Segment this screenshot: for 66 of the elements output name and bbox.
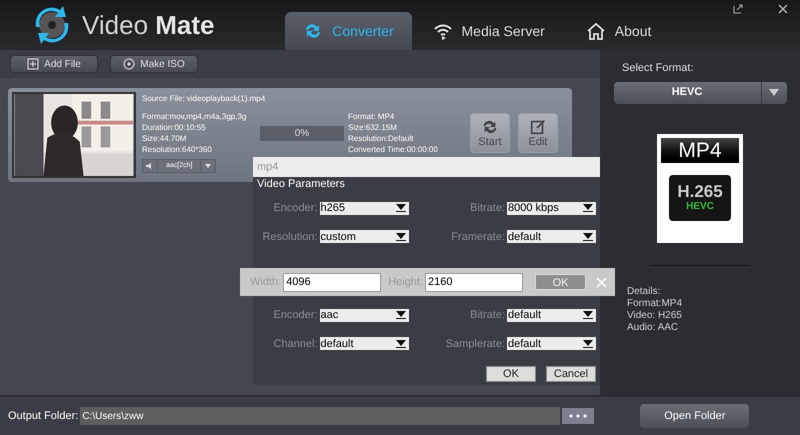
height-field[interactable]: 2160: [425, 272, 524, 292]
field-label: Channel:: [273, 336, 318, 352]
info-text: Size:44.70M: [142, 133, 188, 144]
field-label: Samplerate:: [446, 336, 505, 352]
info-text: Resolution:640*360: [142, 144, 213, 155]
dropdown-field[interactable]: h265: [320, 202, 408, 215]
details-text: Details:: [627, 286, 662, 298]
select-format-label: Select Format:: [622, 61, 694, 76]
info-text: Duration:00:10:55: [142, 122, 207, 133]
open-folder-button[interactable]: Open Folder: [640, 404, 750, 428]
dropdown-arrow-icon: [396, 204, 406, 212]
info-text: Format:mov,mp4,m4a,3gp,3g: [142, 111, 248, 122]
output-folder-field[interactable]: C:\Users\zww: [80, 407, 560, 425]
details-text: Format:MP4: [627, 298, 682, 310]
app-title: Video Mate: [82, 12, 215, 38]
output-folder-label: Output Folder:: [8, 408, 78, 424]
field-label: Framerate:: [451, 230, 505, 244]
disc-icon: [123, 58, 136, 70]
details-text: Video: H265: [627, 310, 682, 322]
field-label: Bitrate:: [470, 201, 505, 216]
dropdown-field[interactable]: default: [320, 337, 408, 350]
field-label: Bitrate:: [470, 308, 505, 323]
more-icon: [569, 414, 588, 418]
dropdown-arrow-icon: [204, 163, 212, 169]
dropdown-field[interactable]: default: [507, 230, 596, 244]
add-file-icon: [27, 58, 40, 70]
field-label: Resolution:: [262, 230, 318, 244]
toolbar-button[interactable]: Make ISO: [110, 55, 198, 73]
sync-icon: [481, 118, 499, 136]
dropdown-arrow-icon: [396, 311, 406, 320]
dropdown-arrow-icon: [396, 340, 406, 348]
toolbar-button[interactable]: Add File: [10, 55, 98, 73]
info-text: Resolution:Default: [348, 133, 414, 144]
source-file-label: Source File: videoplayback(1).mp4: [142, 93, 266, 105]
dropdown-field[interactable]: default: [507, 337, 596, 350]
info-text: Size:632.15M: [348, 122, 398, 133]
tab[interactable]: Media Server: [412, 12, 565, 50]
width-field[interactable]: 4096: [283, 272, 382, 292]
section-title: Video Parameters: [257, 177, 346, 191]
dropdown-field[interactable]: aac: [320, 308, 408, 322]
dropdown-arrow-icon: [583, 340, 593, 348]
edit-icon: [529, 118, 547, 136]
info-text: Converted Time:00:00:00: [348, 144, 439, 155]
field-label: Encoder:: [273, 201, 318, 216]
codec-badge: H.265 HEVC: [669, 174, 731, 220]
badge-title: MP4: [661, 138, 739, 162]
dialog-button[interactable]: OK: [486, 366, 536, 382]
dropdown-field[interactable]: custom: [320, 230, 408, 244]
dropdown-arrow-icon: [583, 204, 593, 212]
info-text: Format: MP4: [348, 111, 396, 122]
format-select[interactable]: HEVC: [614, 82, 786, 104]
dropdown-arrow-icon: [396, 232, 406, 241]
details-text: Audio: AAC: [627, 322, 680, 334]
progress-text: 0%: [294, 126, 310, 140]
field-label: Encoder:: [273, 308, 318, 323]
dropdown-arrow-icon: [769, 89, 779, 96]
dropdown-arrow-icon: [583, 311, 593, 320]
tab[interactable]: About: [564, 12, 672, 50]
dropdown-field[interactable]: default: [507, 308, 596, 322]
dropdown-arrow-icon: [583, 232, 593, 241]
browse-button[interactable]: [562, 408, 594, 424]
dropdown-field[interactable]: 8000 kbps: [507, 202, 596, 215]
close-icon[interactable]: [778, 4, 788, 14]
popout-icon: [733, 4, 743, 14]
dialog-button[interactable]: Cancel: [546, 366, 596, 382]
home-icon: [584, 21, 607, 41]
